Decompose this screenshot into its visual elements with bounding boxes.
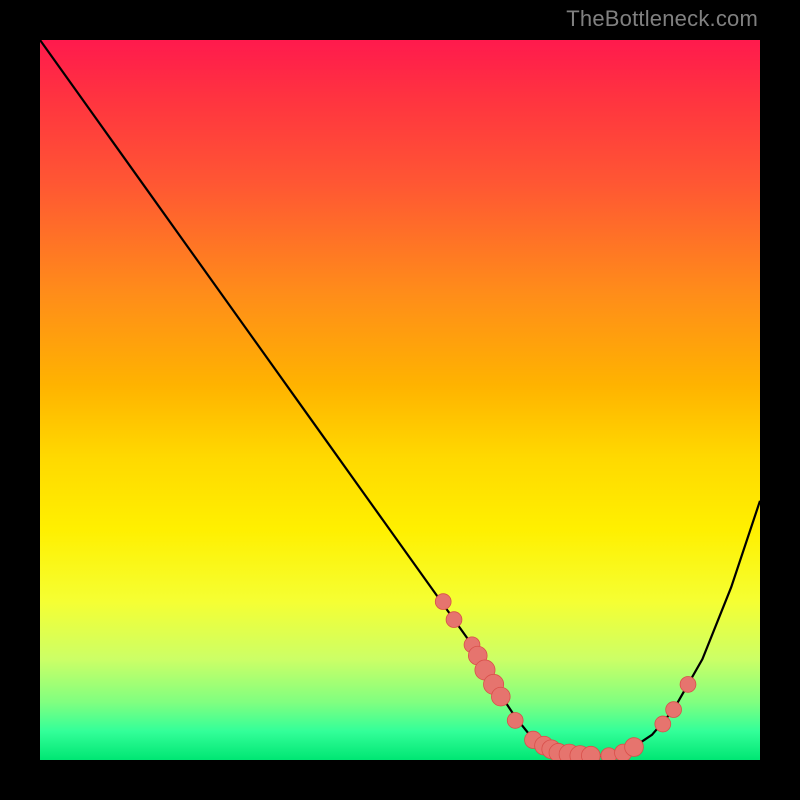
plot-background xyxy=(40,40,760,760)
watermark-text: TheBottleneck.com xyxy=(566,6,758,32)
chart-container: TheBottleneck.com xyxy=(0,0,800,800)
